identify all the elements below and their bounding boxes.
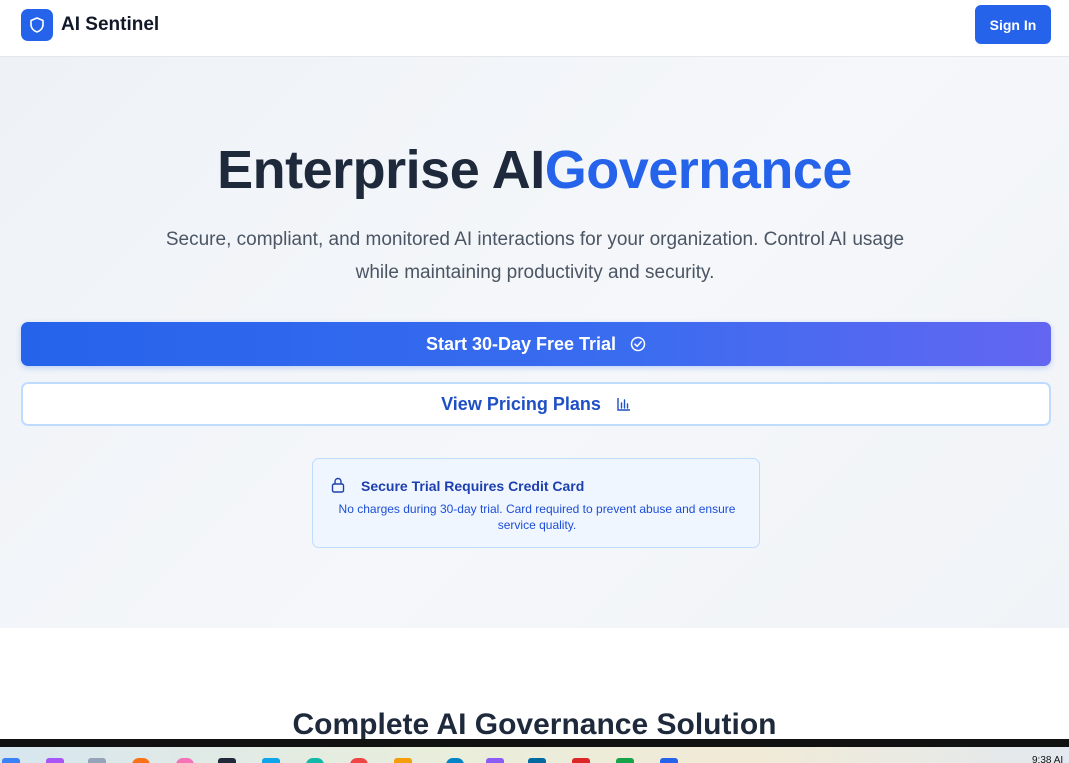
taskbar-app-icon[interactable] (262, 758, 280, 763)
taskbar-app-icon[interactable] (306, 758, 324, 763)
brand-name: AI Sentinel (61, 14, 160, 35)
taskbar-app-icon[interactable] (88, 758, 106, 763)
check-circle-icon (630, 336, 646, 352)
taskbar-app-icon[interactable] (616, 758, 634, 763)
taskbar-app-icon[interactable] (132, 758, 150, 763)
notice-text: No charges during 30-day trial. Card req… (338, 502, 736, 532)
start-trial-button[interactable]: Start 30-Day Free Trial (21, 322, 1051, 366)
taskbar-app-icon[interactable] (660, 758, 678, 763)
sign-in-button[interactable]: Sign In (975, 5, 1051, 44)
taskbar-app-icon[interactable] (218, 758, 236, 763)
taskbar-app-icon[interactable] (528, 758, 546, 763)
hero-title: Enterprise AIGovernance (0, 139, 1069, 201)
top-navbar: AI Sentinel Sign In (0, 0, 1069, 57)
notice-title: Secure Trial Requires Credit Card (361, 478, 585, 494)
credit-card-notice: Secure Trial Requires Credit Card No cha… (312, 458, 760, 548)
taskbar-app-icon[interactable] (2, 758, 20, 763)
hero-title-main: Enterprise AI (217, 140, 545, 200)
taskbar-app-icon[interactable] (486, 758, 504, 763)
view-pricing-label: View Pricing Plans (441, 393, 601, 414)
brand[interactable]: AI Sentinel (21, 9, 159, 41)
taskbar-clock[interactable]: 9:38 AI (1032, 755, 1063, 763)
hero-section: Enterprise AIGovernance Secure, complian… (0, 57, 1069, 628)
taskbar-app-icon[interactable] (350, 758, 368, 763)
taskbar-app-icon[interactable] (446, 758, 464, 763)
taskbar-app-icon[interactable] (394, 758, 412, 763)
taskbar-app-icon[interactable] (176, 758, 194, 763)
taskbar-app-icon[interactable] (572, 758, 590, 763)
bar-chart-icon (617, 397, 631, 411)
view-pricing-button[interactable]: View Pricing Plans (21, 382, 1051, 426)
hero-title-accent: Governance (544, 140, 853, 200)
start-trial-label: Start 30-Day Free Trial (425, 333, 617, 354)
taskbar-app-icon[interactable] (46, 758, 64, 763)
features-section-title: Complete AI Governance Solution (292, 708, 777, 741)
hero-subtitle: Secure, compliant, and monitored AI inte… (165, 229, 905, 283)
os-taskbar: 9:38 AI (0, 739, 1069, 763)
lock-icon (331, 477, 345, 498)
shield-icon (21, 9, 53, 41)
